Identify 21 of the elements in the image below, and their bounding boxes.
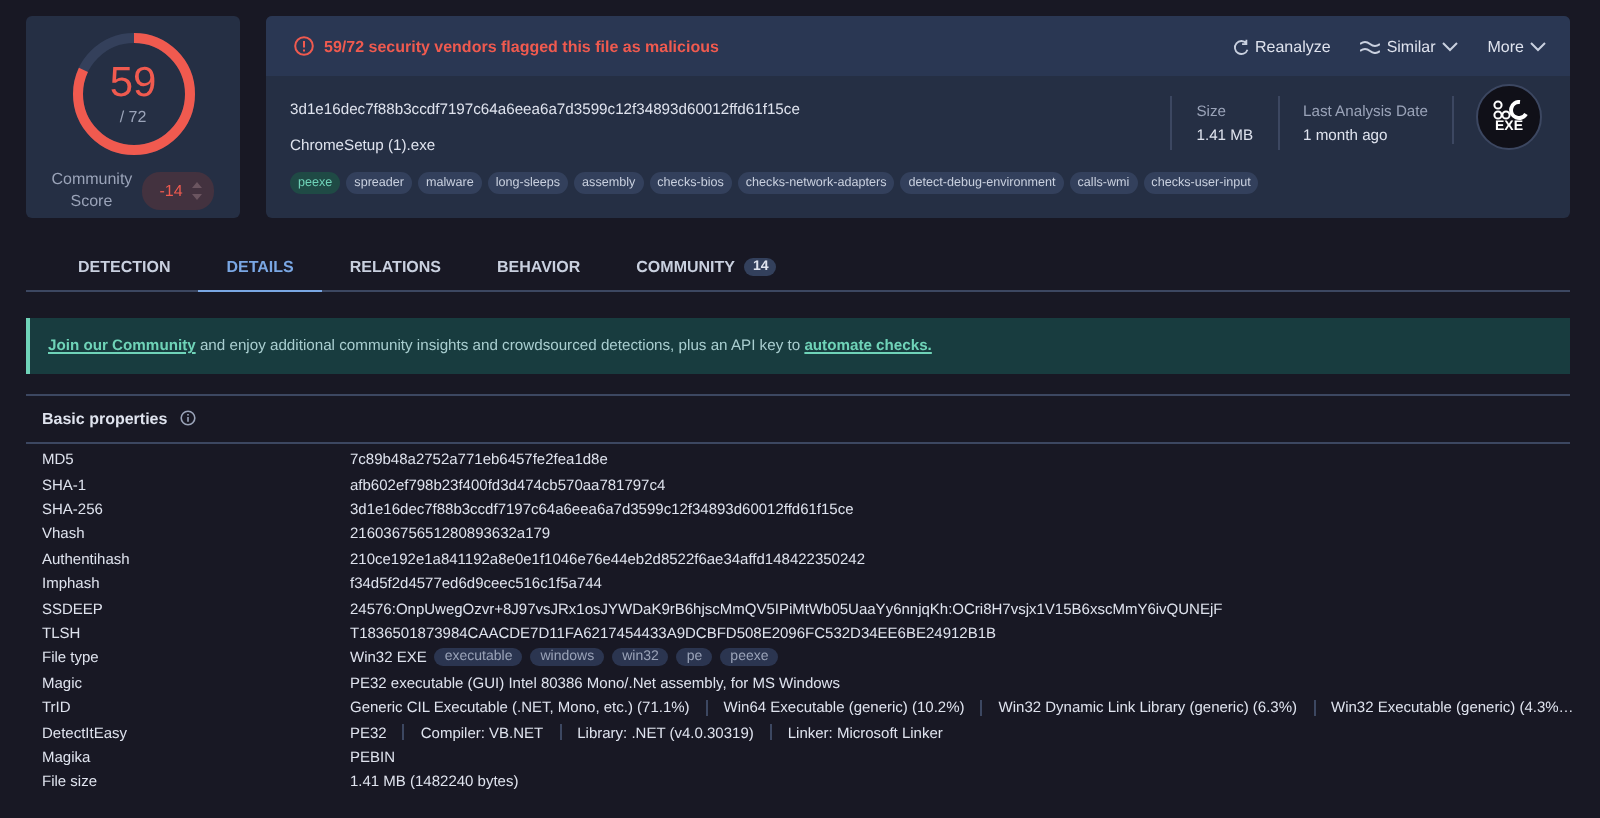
similar-icon	[1360, 39, 1381, 53]
score-ring	[69, 30, 197, 158]
total-count: / 72	[119, 108, 147, 126]
tab[interactable]: BEHAVIOR	[469, 246, 609, 292]
tab[interactable]: RELATIONS	[321, 246, 470, 292]
caret-icon	[1441, 41, 1458, 51]
action-button[interactable]: More	[1487, 37, 1546, 55]
warning-icon	[294, 36, 314, 56]
info-icon[interactable]	[179, 410, 196, 427]
community-score-label: Community Score	[51, 168, 132, 212]
detection-count: 59	[109, 62, 157, 104]
reload-icon	[1231, 37, 1249, 55]
action-button[interactable]: Reanalyze	[1231, 37, 1331, 55]
tab[interactable]: DETAILS	[198, 246, 322, 292]
tab[interactable]: DETECTION	[50, 246, 199, 292]
alert-message: 59/72 security vendors flagged this file as malicious	[324, 37, 719, 55]
community-score-stepper[interactable]: -14	[141, 171, 215, 209]
section-title: Basic properties	[42, 409, 168, 428]
stepper-arrows-icon	[192, 179, 203, 201]
action-button[interactable]: Similar	[1360, 37, 1458, 55]
caret-icon	[1530, 41, 1546, 51]
